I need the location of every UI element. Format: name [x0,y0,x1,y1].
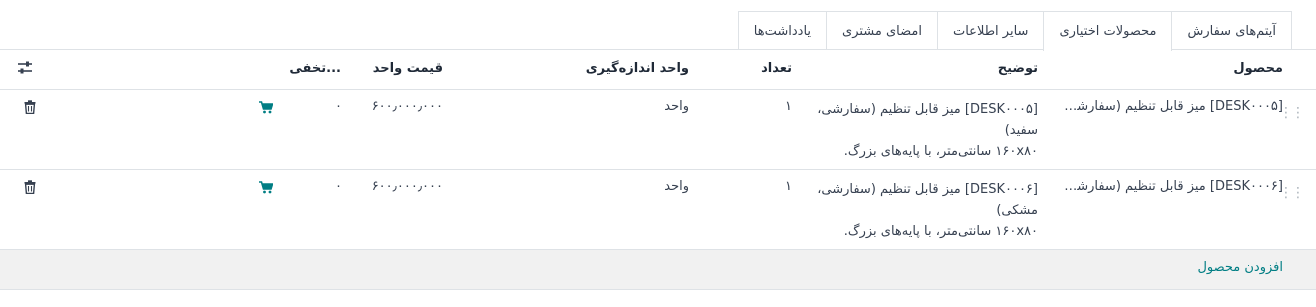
tab-other-info[interactable]: سایر اطلاعات [936,11,1045,50]
product-cell[interactable]: [DESK۰۰۰۶] میز قابل تنظیم (سفارشی، م... [1058,179,1283,194]
cart-icon[interactable] [259,181,273,194]
discount-cell[interactable]: ۰ [335,179,342,194]
trash-icon[interactable] [24,180,36,194]
product-cell[interactable]: [DESK۰۰۰۵] میز قابل تنظیم (سفارشی، ... [1058,99,1283,114]
uom-cell[interactable]: واحد [664,179,689,194]
sliders-icon[interactable] [17,60,33,76]
column-header-discount[interactable]: تخفی... [289,61,341,76]
description-line: [DESK۰۰۰۶] میز قابل تنظیم (سفارشی، مشکی) [817,182,1038,218]
unit-price-cell[interactable]: ۶۰۰٫۰۰۰٫۰۰۰ [372,179,443,194]
trash-icon[interactable] [24,100,36,114]
cart-icon[interactable] [259,101,273,114]
description-line: ۱۶۰x۸۰ سانتی‌متر، با پایه‌های بزرگ. [843,144,1038,159]
tab-optional-products[interactable]: محصولات اختیاری [1043,11,1173,51]
description-line: [DESK۰۰۰۵] میز قابل تنظیم (سفارشی، سفید) [817,102,1038,138]
quantity-cell[interactable]: ۱ [785,99,792,114]
column-header-quantity[interactable]: تعداد [761,61,792,76]
table-row[interactable]: ⋮⋮ [DESK۰۰۰۵] میز قابل تنظیم (سفارشی، ..… [0,90,1316,170]
description-cell[interactable]: [DESK۰۰۰۵] میز قابل تنظیم (سفارشی، سفید)… [813,99,1038,162]
optional-products-table: محصول توضیح تعداد واحد اندازه‌گیری قیمت … [0,50,1316,290]
column-header-unit-price[interactable]: قیمت واحد [373,61,443,76]
column-header-uom[interactable]: واحد اندازه‌گیری [586,61,689,76]
add-line-row: افزودن محصول [0,250,1316,290]
quantity-cell[interactable]: ۱ [785,179,792,194]
table-header: محصول توضیح تعداد واحد اندازه‌گیری قیمت … [0,50,1316,90]
add-product-link[interactable]: افزودن محصول [1197,260,1283,275]
description-cell[interactable]: [DESK۰۰۰۶] میز قابل تنظیم (سفارشی، مشکی)… [813,179,1038,242]
notebook-tabs: یادداشت‌ها امضای مشتری سایر اطلاعات محصو… [737,11,1292,51]
description-line: ۱۶۰x۸۰ سانتی‌متر، با پایه‌های بزرگ. [843,224,1038,239]
column-header-product[interactable]: محصول [1233,61,1283,76]
unit-price-cell[interactable]: ۶۰۰٫۰۰۰٫۰۰۰ [372,99,443,114]
tab-notes[interactable]: یادداشت‌ها [737,11,828,50]
uom-cell[interactable]: واحد [664,99,689,114]
tab-order-lines[interactable]: آیتم‌های سفارش [1171,11,1292,50]
table-row[interactable]: ⋮⋮ [DESK۰۰۰۶] میز قابل تنظیم (سفارشی، م.… [0,170,1316,250]
discount-cell[interactable]: ۰ [335,99,342,114]
column-header-description[interactable]: توضیح [998,61,1038,76]
tab-customer-signature[interactable]: امضای مشتری [826,11,938,50]
